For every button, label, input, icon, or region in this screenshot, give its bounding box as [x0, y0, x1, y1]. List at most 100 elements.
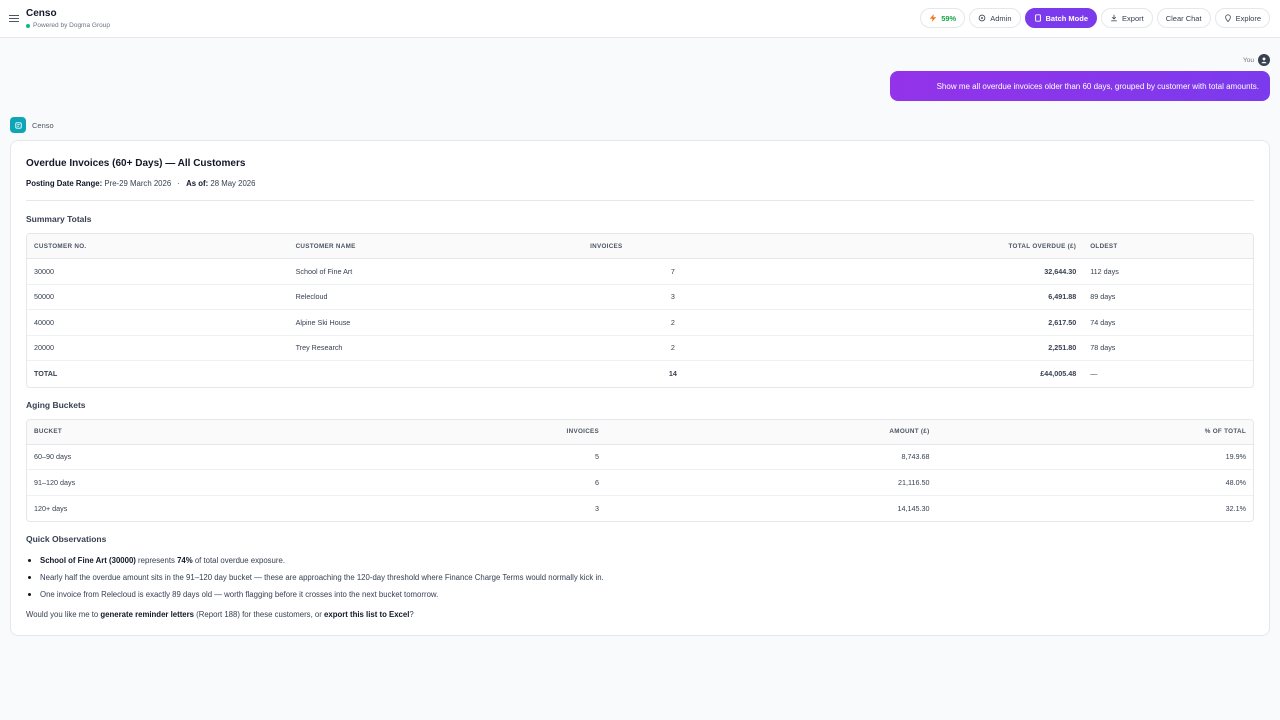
explore-button[interactable]: Explore [1214, 8, 1270, 28]
obs-customer: School of Fine Art (30000) [40, 556, 136, 565]
customer-name: Trey Research [288, 336, 584, 361]
customer-no: 40000 [27, 310, 289, 336]
closing-text: ? [409, 610, 414, 619]
bucket: 60–90 days [27, 445, 427, 470]
assistant-name: Censo [32, 120, 54, 130]
menu-icon[interactable] [4, 9, 24, 29]
table-row: 60–90 days 5 8,743.68 19.9% [27, 445, 1253, 470]
oldest-days: 78 days [1083, 336, 1253, 361]
meta-separator: · [177, 179, 180, 188]
bucket-invoices: 5 [426, 445, 607, 470]
header-actions: 59% Admin Batch Mode Export Clear Chat E… [920, 8, 1270, 28]
total-oldest: — [1090, 369, 1098, 379]
invoice-count: 2 [583, 310, 763, 336]
closing-action-export: export this list to Excel [324, 610, 410, 619]
bolt-icon [929, 14, 937, 22]
brand: Censo Powered by Dogma Group [26, 8, 110, 29]
col-bucket: BUCKET [27, 419, 427, 445]
report-title: Overdue Invoices (60+ Days) — All Custom… [26, 158, 246, 169]
bucket-percent: 32.1% [1225, 503, 1246, 513]
col-invoices: INVOICES [426, 419, 607, 445]
total-overdue: 2,251.80 [762, 336, 1084, 361]
batch-mode-button[interactable]: Batch Mode [1024, 8, 1098, 28]
obs-text: represents [135, 556, 178, 565]
table-row: 50000 Relecloud 3 6,491.88 89 days [27, 285, 1253, 310]
summary-title: Summary Totals [26, 214, 92, 224]
asof-value: 28 May 2026 [210, 179, 256, 188]
col-amount: AMOUNT (£) [606, 419, 937, 445]
document-icon [1034, 14, 1042, 22]
bucket-invoices: 3 [595, 503, 600, 513]
aging-title: Aging Buckets [26, 399, 86, 410]
customer-no: 20000 [27, 336, 289, 361]
clear-label: Clear Chat [1165, 13, 1202, 23]
obs-percent: 74% [177, 556, 193, 565]
bucket-amount: 8,743.68 [606, 445, 937, 470]
table-row: 30000 School of Fine Art 7 32,644.30 112… [27, 259, 1253, 285]
user-label: You [1243, 54, 1270, 66]
bucket: 120+ days [34, 503, 68, 513]
user-message: Show me all overdue invoices older than … [890, 71, 1270, 101]
assistant-label: Censo [10, 117, 54, 133]
bucket-percent: 19.9% [936, 445, 1253, 470]
total-row: TOTAL 14 £44,005.48 — [27, 361, 1253, 387]
closing-action-letters: generate reminder letters [100, 610, 195, 619]
bucket-invoices: 6 [426, 470, 607, 496]
bucket-amount: 14,145.30 [897, 503, 930, 513]
bucket-percent: 48.0% [936, 470, 1253, 496]
total-overdue: 6,491.88 [762, 285, 1084, 310]
customer-name: School of Fine Art [288, 259, 584, 285]
range-label: Posting Date Range: [26, 179, 103, 188]
list-item: School of Fine Art (30000) represents 74… [26, 552, 1254, 569]
table-row: 120+ days 3 14,145.30 32.1% [27, 496, 1253, 522]
bot-icon [10, 117, 26, 133]
aging-table: BUCKET INVOICES AMOUNT (£) % OF TOTAL 60… [26, 418, 1254, 522]
total-label: TOTAL [34, 369, 58, 379]
admin-button[interactable]: Admin [969, 8, 1021, 28]
range-value: Pre-29 March 2026 [104, 179, 172, 188]
invoice-count: 3 [583, 285, 763, 310]
customer-no: 50000 [27, 285, 289, 310]
report-meta: Posting Date Range: Pre-29 March 2026 · … [26, 178, 1254, 190]
subtitle-text: Powered by Dogma Group [33, 22, 110, 29]
oldest-days: 89 days [1083, 285, 1253, 310]
invoice-count: 2 [583, 336, 763, 361]
batch-label: Batch Mode [1045, 13, 1089, 23]
divider [26, 200, 1254, 201]
summary-header-row: CUSTOMER NO. CUSTOMER NAME INVOICES TOTA… [27, 234, 1253, 259]
clear-chat-button[interactable]: Clear Chat [1156, 8, 1211, 28]
closing-text: Would you like me to [26, 610, 101, 619]
col-invoices: INVOICES [583, 234, 763, 259]
closing-text: (Report 188) for these customers, or [194, 610, 325, 619]
col-oldest: OLDEST [1083, 234, 1253, 259]
summary-table: CUSTOMER NO. CUSTOMER NAME INVOICES TOTA… [26, 233, 1254, 388]
total-amount: £44,005.48 [1040, 369, 1077, 379]
assistant-message: Overdue Invoices (60+ Days) — All Custom… [10, 140, 1270, 636]
table-row: 91–120 days 6 21,116.50 48.0% [27, 470, 1253, 496]
gear-icon [978, 14, 986, 22]
oldest-days: 74 days [1083, 310, 1253, 336]
observations-title: Quick Observations [26, 534, 107, 544]
app-name: Censo [26, 8, 57, 19]
usage-button[interactable]: 59% [920, 8, 966, 28]
table-row: 20000 Trey Research 2 2,251.80 78 days [27, 336, 1253, 361]
export-label: Export [1122, 13, 1144, 23]
customer-name: Relecloud [288, 285, 584, 310]
obs-text: of total overdue exposure. [192, 556, 285, 565]
oldest-days: 112 days [1083, 259, 1253, 285]
aging-header-row: BUCKET INVOICES AMOUNT (£) % OF TOTAL [27, 419, 1253, 445]
bucket-amount: 21,116.50 [606, 470, 937, 496]
top-bar: Censo Powered by Dogma Group 59% Admin B… [0, 0, 1280, 38]
export-button[interactable]: Export [1101, 8, 1153, 28]
observations-list: School of Fine Art (30000) represents 74… [26, 552, 1254, 603]
total-blank [289, 361, 584, 387]
usage-percent: 59% [941, 13, 957, 23]
status-dot [26, 23, 30, 28]
list-item: Nearly half the overdue amount sits in t… [26, 569, 1254, 586]
pin-icon [1224, 14, 1232, 22]
total-invoices: 14 [668, 369, 677, 379]
user-name: You [1243, 56, 1254, 64]
closing-question: Would you like me to generate reminder l… [26, 609, 1254, 621]
col-customer-name: CUSTOMER NAME [288, 234, 584, 259]
total-overdue: 2,617.50 [762, 310, 1084, 336]
